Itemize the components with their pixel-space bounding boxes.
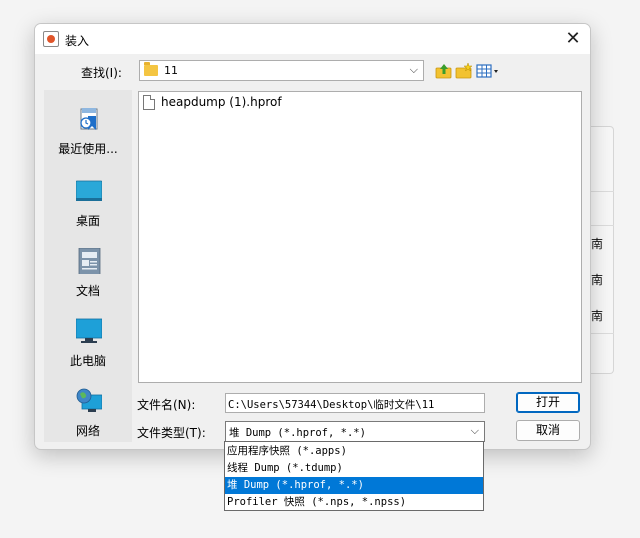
divider [588, 225, 614, 226]
title-bar[interactable]: 装入 ✕ [35, 24, 590, 54]
cancel-button[interactable]: 取消 [516, 420, 580, 441]
network-icon [76, 388, 102, 412]
background-window: 南 南 南 [588, 126, 614, 374]
dropdown-option[interactable]: 应用程序快照 (*.apps) [225, 443, 483, 460]
file-icon [143, 95, 155, 110]
filename-label: 文件名(N): [137, 398, 196, 412]
lookin-label: 查找(I): [81, 66, 122, 80]
filetype-value: 堆 Dump (*.hprof, *.*) [229, 427, 366, 439]
background-text: 南 [591, 309, 604, 323]
folder-icon [144, 62, 158, 76]
divider [588, 333, 614, 334]
filetype-select[interactable]: 堆 Dump (*.hprof, *.*) ⌵ [225, 421, 485, 442]
file-list[interactable]: heapdump (1).hprof [138, 91, 582, 383]
place-label: 此电脑 [69, 354, 106, 368]
place-label: 文档 [75, 284, 100, 298]
chevron-down-icon: ⌵ [409, 63, 418, 76]
open-button[interactable]: 打开 [516, 392, 580, 413]
places-sidebar: 最近使用... 桌面 文档 此电脑 网络 [44, 90, 132, 442]
new-folder-icon[interactable] [455, 62, 473, 80]
place-label: 网络 [75, 424, 100, 438]
file-name: heapdump (1).hprof [161, 95, 282, 109]
place-desktop[interactable]: 桌面 [44, 172, 132, 238]
filename-field[interactable]: C:\Users\57344\Desktop\临时文件\11 [225, 393, 485, 413]
recent-icon [80, 108, 98, 130]
filetype-label: 文件类型(T): [137, 426, 206, 440]
view-menu-icon[interactable] [476, 62, 500, 80]
background-text: 南 [591, 273, 604, 287]
place-label: 桌面 [75, 214, 100, 228]
app-icon [43, 31, 59, 47]
lookin-combobox[interactable]: 11 ⌵ [139, 60, 424, 81]
documents-icon [78, 248, 101, 274]
open-file-dialog: 装入 ✕ 查找(I): 11 ⌵ 最近使用... 桌面 文档 此电脑 网络 he… [34, 23, 591, 450]
desktop-icon [76, 180, 102, 201]
up-folder-icon[interactable] [435, 62, 453, 80]
dropdown-option[interactable]: 线程 Dump (*.tdump) [225, 460, 483, 477]
dropdown-option[interactable]: Profiler 快照 (*.nps, *.npss) [225, 494, 483, 511]
place-computer[interactable]: 此电脑 [44, 312, 132, 378]
dialog-title: 装入 [65, 34, 90, 48]
dropdown-option-selected[interactable]: 堆 Dump (*.hprof, *.*) [225, 477, 483, 494]
computer-icon [76, 318, 102, 343]
chevron-down-icon: ⌵ [470, 424, 479, 437]
lookin-value: 11 [164, 64, 178, 77]
filetype-dropdown: 应用程序快照 (*.apps) 线程 Dump (*.tdump) 堆 Dump… [224, 441, 484, 511]
place-recent[interactable]: 最近使用... [44, 100, 132, 166]
divider [588, 191, 614, 192]
place-documents[interactable]: 文档 [44, 242, 132, 308]
place-network[interactable]: 网络 [44, 382, 132, 448]
place-label: 最近使用... [58, 142, 118, 156]
background-text: 南 [591, 237, 604, 251]
close-button[interactable]: ✕ [562, 28, 584, 50]
